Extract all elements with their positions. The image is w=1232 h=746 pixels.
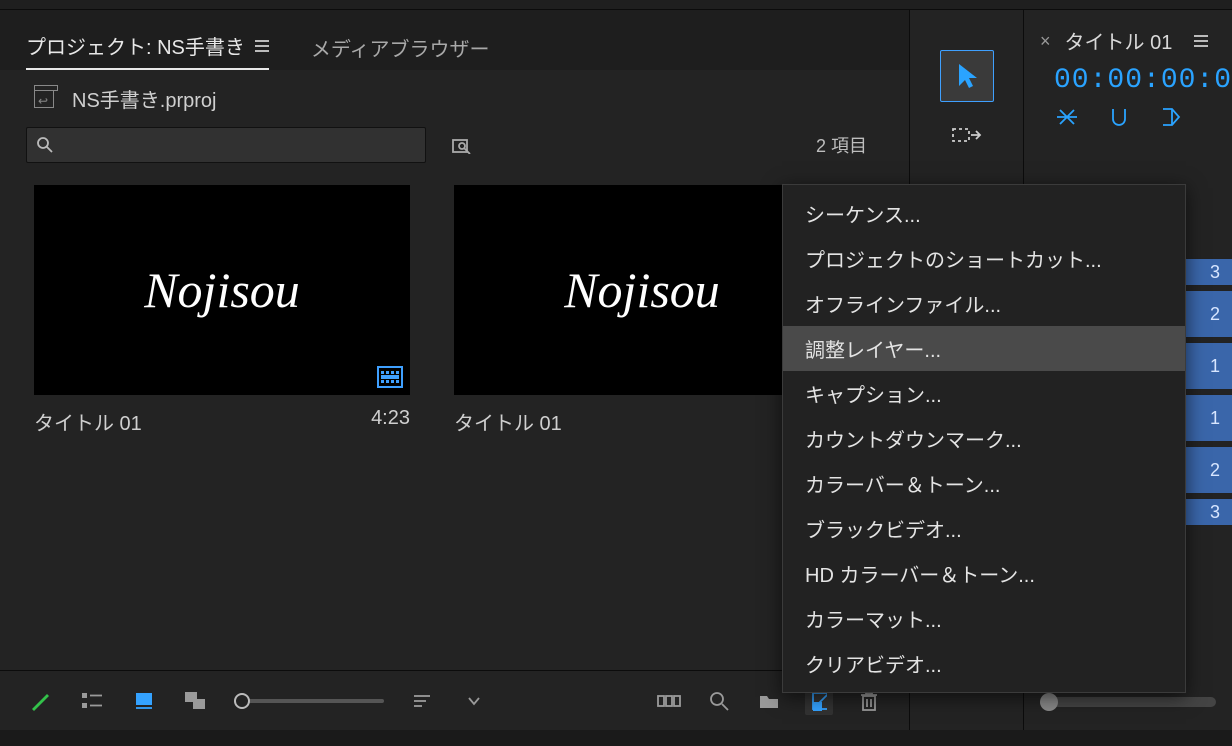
menu-item-caption[interactable]: キャプション... xyxy=(783,371,1185,416)
track-select-tool[interactable] xyxy=(940,112,994,164)
menu-item-black-video[interactable]: ブラックビデオ... xyxy=(783,506,1185,551)
menu-item-sequence[interactable]: シーケンス... xyxy=(783,191,1185,236)
menu-item-project-shortcut[interactable]: プロジェクトのショートカット... xyxy=(783,236,1185,281)
project-file-name: NS手書き.prproj xyxy=(72,84,216,113)
sequence-badge-icon xyxy=(377,366,403,388)
project-items-grid: Nojisou タイトル 01 4:23 Nojisou タイトル 01 xyxy=(0,171,909,670)
insert-mode-icon[interactable] xyxy=(1056,106,1080,130)
linked-selection-icon[interactable] xyxy=(1160,106,1184,130)
panel-menu-icon[interactable] xyxy=(255,40,269,52)
item-thumbnail[interactable]: Nojisou xyxy=(454,185,830,395)
project-file-bar: ↩ NS手書き.prproj xyxy=(0,70,909,117)
item-name: タイトル 01 xyxy=(34,407,142,436)
project-item[interactable]: Nojisou タイトル 01 4:23 xyxy=(22,185,422,656)
thumbnail-text: Nojisou xyxy=(144,261,300,319)
timeline-options xyxy=(1024,106,1232,138)
sort-icon[interactable] xyxy=(408,687,436,715)
menu-item-color-matte[interactable]: カラーマット... xyxy=(783,596,1185,641)
automate-sequence-icon[interactable] xyxy=(655,687,683,715)
menu-item-offline-file[interactable]: オフラインファイル... xyxy=(783,281,1185,326)
menu-item-hd-color-bars[interactable]: HD カラーバー＆トーン... xyxy=(783,551,1185,596)
item-meta: タイトル 01 4:23 xyxy=(22,395,422,448)
thumbnail-text: Nojisou xyxy=(564,261,720,319)
app-top-strip xyxy=(0,0,1232,10)
project-bottom-bar xyxy=(0,670,909,730)
freeform-view-icon[interactable] xyxy=(182,687,210,715)
timecode-display[interactable]: 00:00:00:00 xyxy=(1024,61,1232,106)
write-mode-icon[interactable] xyxy=(26,687,54,715)
tab-media-browser-label: メディアブラウザー xyxy=(311,33,490,62)
new-item-context-menu: シーケンス... プロジェクトのショートカット... オフラインファイル... … xyxy=(782,184,1186,693)
menu-item-color-bars-tone[interactable]: カラーバー＆トーン... xyxy=(783,461,1185,506)
search-icon xyxy=(37,137,53,153)
menu-item-countdown[interactable]: カウントダウンマーク... xyxy=(783,416,1185,461)
menu-item-clear-video[interactable]: クリアビデオ... xyxy=(783,641,1185,686)
item-duration: 4:23 xyxy=(371,407,410,436)
sequence-name: タイトル 01 xyxy=(1065,26,1173,55)
tab-project[interactable]: プロジェクト: NS手書き xyxy=(26,31,269,70)
timeline-menu-icon[interactable] xyxy=(1194,35,1208,47)
item-thumbnail[interactable]: Nojisou xyxy=(34,185,410,395)
bin-up-icon[interactable]: ↩ xyxy=(34,90,54,108)
sort-dropdown-icon[interactable] xyxy=(460,687,488,715)
search-bar: 2 項目 xyxy=(0,117,909,171)
close-sequence-icon[interactable]: × xyxy=(1040,32,1051,50)
thumb-size-slider[interactable] xyxy=(234,699,384,703)
tab-media-browser[interactable]: メディアブラウザー xyxy=(311,33,490,70)
filter-bin-icon[interactable] xyxy=(446,130,480,160)
list-view-icon[interactable] xyxy=(78,687,106,715)
selection-tool[interactable] xyxy=(940,50,994,102)
find-icon[interactable] xyxy=(705,687,733,715)
item-count-label: 2 項目 xyxy=(816,132,883,158)
panel-tabs: プロジェクト: NS手書き メディアブラウザー xyxy=(0,10,909,70)
project-panel: プロジェクト: NS手書き メディアブラウザー ↩ NS手書き.prproj 2… xyxy=(0,10,910,730)
icon-view-icon[interactable] xyxy=(130,687,158,715)
snap-icon[interactable] xyxy=(1108,106,1132,130)
tab-project-label: プロジェクト: NS手書き xyxy=(26,31,245,60)
item-name: タイトル 01 xyxy=(454,407,562,436)
new-bin-icon[interactable] xyxy=(755,687,783,715)
search-input[interactable] xyxy=(26,127,426,163)
menu-item-adjustment-layer[interactable]: 調整レイヤー... xyxy=(783,326,1185,371)
timeline-header: × タイトル 01 xyxy=(1024,20,1232,61)
timeline-zoom-slider[interactable] xyxy=(1040,697,1216,707)
